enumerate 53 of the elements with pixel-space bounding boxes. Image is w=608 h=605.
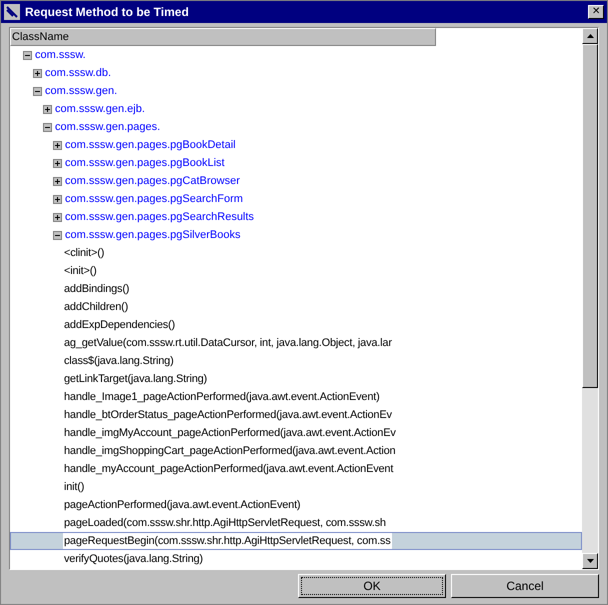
scroll-down-button[interactable] — [582, 553, 598, 569]
package-node[interactable]: com.sssw.gen.pages.pgSearchResults — [64, 208, 255, 226]
expand-icon[interactable] — [53, 176, 62, 186]
expand-icon[interactable] — [53, 158, 62, 168]
method-node[interactable]: getLinkTarget(java.lang.String) — [63, 370, 208, 388]
package-node[interactable]: com.sssw.gen.ejb. — [54, 100, 146, 118]
selected-row[interactable]: pageRequestBegin(com.sssw.shr.http.AgiHttpServletRequest, com.ss — [10, 532, 582, 550]
column-header[interactable]: ClassName — [10, 28, 436, 46]
collapse-icon[interactable] — [53, 230, 62, 240]
package-node[interactable]: com.sssw. — [34, 46, 87, 64]
expand-icon[interactable] — [43, 104, 52, 114]
method-node[interactable]: handle_myAccount_pageActionPerformed(java.awt.event.ActionEvent — [63, 460, 394, 478]
package-node[interactable]: com.sssw.gen.pages.pgCatBrowser — [64, 172, 241, 190]
cancel-button[interactable]: Cancel — [451, 574, 599, 598]
method-node[interactable]: addChildren() — [63, 298, 130, 316]
method-node[interactable]: class$(java.lang.String) — [63, 352, 175, 370]
method-node[interactable]: addExpDependencies() — [63, 316, 176, 334]
method-node[interactable]: pageRequestBegin(com.sssw.shr.http.AgiHttpServletRequest, com.ss — [63, 532, 392, 550]
down-arrow-icon — [586, 559, 594, 563]
method-node[interactable]: <init>() — [63, 262, 98, 280]
package-node[interactable]: com.sssw.gen.pages.pgBookDetail — [64, 136, 237, 154]
method-node[interactable]: handle_imgMyAccount_pageActionPerformed(java.awt.event.ActionEv — [63, 424, 397, 442]
window-title: Request Method to be Timed — [25, 4, 190, 21]
ok-button[interactable]: OK — [298, 574, 446, 598]
tool-icon — [4, 4, 20, 20]
expand-icon[interactable] — [53, 194, 62, 204]
scroll-thumb[interactable] — [582, 44, 598, 388]
method-node[interactable]: handle_btOrderStatus_pageActionPerformed(java.awt.event.ActionEv — [63, 406, 393, 424]
expand-icon[interactable] — [53, 212, 62, 222]
method-node[interactable]: handle_imgShoppingCart_pageActionPerformed(java.awt.event.Action — [63, 442, 396, 460]
collapse-icon[interactable] — [43, 122, 52, 132]
method-node[interactable]: verifyQuotes(java.lang.String) — [63, 550, 204, 568]
up-arrow-icon — [586, 34, 594, 38]
package-node[interactable]: com.sssw.db. — [44, 64, 112, 82]
collapse-icon[interactable] — [23, 50, 32, 60]
method-node[interactable]: <clinit>() — [63, 244, 106, 262]
package-node[interactable]: com.sssw.gen.pages. — [54, 118, 162, 136]
package-node[interactable]: com.sssw.gen.pages.pgSearchForm — [64, 190, 244, 208]
expand-icon[interactable] — [53, 140, 62, 150]
close-button[interactable]: ✕ — [588, 5, 604, 19]
collapse-icon[interactable] — [33, 86, 42, 96]
method-node[interactable]: init() — [63, 478, 86, 496]
scroll-up-button[interactable] — [582, 28, 598, 44]
method-node[interactable]: handle_Image1_pageActionPerformed(java.awt.event.ActionEvent) — [63, 388, 381, 406]
method-node[interactable]: pageActionPerformed(java.awt.event.ActionEvent) — [63, 496, 302, 514]
package-node[interactable]: com.sssw.gen. — [44, 82, 118, 100]
package-node[interactable]: com.sssw.gen.pages.pgBookList — [64, 154, 226, 172]
method-node[interactable]: addBindings() — [63, 280, 130, 298]
package-node[interactable]: com.sssw.gen.pages.pgSilverBooks — [64, 226, 242, 244]
scrollbar[interactable] — [582, 28, 598, 569]
expand-icon[interactable] — [33, 68, 42, 78]
method-node[interactable]: pageLoaded(com.sssw.shr.http.AgiHttpServletRequest, com.sssw.sh — [63, 514, 387, 532]
method-node[interactable]: ag_getValue(com.sssw.rt.util.DataCursor, int, java.lang.Object, java.lar — [63, 334, 393, 352]
